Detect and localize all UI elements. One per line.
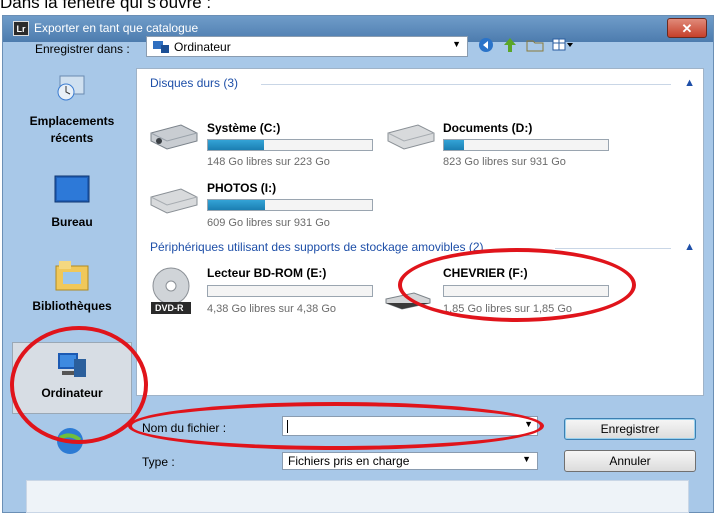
group-divider (555, 248, 671, 249)
up-folder-icon[interactable] (502, 37, 518, 56)
drive-name: Système (C:) (207, 121, 281, 135)
collapse-chevron-icon[interactable]: ▲ (684, 241, 695, 253)
window-title: Exporter en tant que catalogue (34, 21, 199, 35)
back-icon[interactable] (478, 37, 494, 56)
drive-usage-bar (443, 139, 609, 151)
chevron-down-icon: ▼ (452, 39, 461, 49)
group-divider (261, 84, 671, 85)
libraries-icon (12, 258, 132, 295)
place-recent[interactable]: Emplacements récents (12, 70, 132, 170)
drive-usage-bar (207, 199, 373, 211)
save-in-label: Enregistrer dans : (35, 42, 130, 56)
place-label: Emplacements récents (29, 114, 115, 145)
hard-drive-icon (384, 121, 435, 151)
drive-free-space: 148 Go libres sur 223 Go (207, 156, 330, 168)
nav-toolbar (478, 36, 574, 56)
drive-usage-bar (207, 139, 373, 151)
cancel-button[interactable]: Annuler (564, 450, 696, 472)
file-type-dropdown[interactable]: Fichiers pris en charge ▼ (282, 452, 538, 470)
close-button[interactable]: ✕ (667, 18, 707, 38)
new-folder-icon[interactable] (526, 38, 544, 55)
save-button[interactable]: Enregistrer (564, 418, 696, 440)
file-type-value: Fichiers pris en charge (288, 454, 410, 468)
drive-free-space: 609 Go libres sur 931 Go (207, 217, 330, 229)
drive-list-pane: Disques durs (3) ▲ Système (C:) 148 Go l… (136, 68, 704, 396)
details-pane (26, 480, 689, 513)
desktop-icon (12, 174, 132, 211)
place-label: Bureau (51, 215, 93, 229)
drive-usage-bar (207, 285, 373, 297)
lightroom-icon: Lr (13, 21, 29, 36)
group-header-hard-disks[interactable]: Disques durs (3) (150, 76, 238, 90)
drive-name: Documents (D:) (443, 121, 533, 135)
hard-drive-icon (147, 185, 198, 215)
annotation-ellipse-filename (128, 402, 544, 450)
annotation-ellipse-usb-drive (398, 248, 636, 322)
dvd-drive-icon: DVD-R (151, 266, 191, 321)
drive-free-space: 823 Go libres sur 931 Go (443, 156, 566, 168)
chevron-down-icon: ▼ (522, 454, 531, 464)
place-libraries[interactable]: Bibliothèques (12, 258, 132, 328)
recent-places-icon (12, 70, 132, 109)
view-menu-icon[interactable] (552, 38, 574, 55)
drive-name: PHOTOS (I:) (207, 181, 277, 195)
hard-drive-icon (147, 121, 198, 151)
collapse-chevron-icon[interactable]: ▲ (684, 77, 695, 89)
page-caption: Dans la fenêtre qui s'ouvre : (0, 0, 212, 12)
place-label: Bibliothèques (32, 299, 112, 313)
type-label: Type : (142, 455, 175, 469)
location-dropdown[interactable]: Ordinateur ▼ (146, 36, 468, 57)
dvd-badge: DVD-R (155, 303, 184, 313)
location-value: Ordinateur (174, 40, 231, 54)
drive-free-space: 4,38 Go libres sur 4,38 Go (207, 303, 337, 315)
place-desktop[interactable]: Bureau (12, 174, 132, 244)
computer-icon (152, 40, 170, 57)
group-header-removable[interactable]: Périphériques utilisant des supports de … (150, 240, 484, 254)
drive-name: Lecteur BD-ROM (E:) (207, 266, 327, 280)
